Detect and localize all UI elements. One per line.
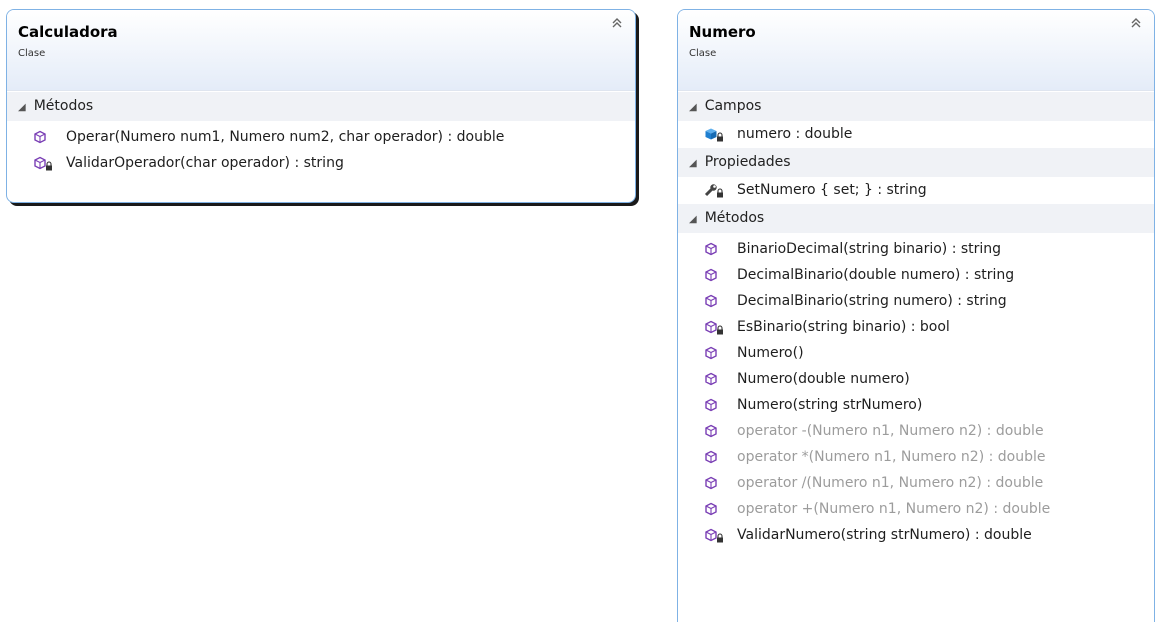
- member-signature: operator *(Numero n1, Numero n2) : doubl…: [737, 449, 1046, 465]
- member-method[interactable]: operator -(Numero n1, Numero n2) : doubl…: [678, 418, 1154, 444]
- method-icon: [704, 345, 726, 361]
- private-method-icon: [33, 155, 55, 171]
- member-signature: Numero(): [737, 345, 804, 361]
- private-method-icon: [704, 319, 726, 335]
- member-method[interactable]: operator /(Numero n1, Numero n2) : doubl…: [678, 470, 1154, 496]
- compartment-toggle-metodos[interactable]: ◢ Métodos: [678, 203, 1154, 233]
- compartment-title: Métodos: [33, 98, 94, 114]
- method-icon: [704, 371, 726, 387]
- double-chevron-up-icon[interactable]: [1128, 17, 1144, 33]
- compartment-title: Campos: [704, 98, 762, 114]
- member-method[interactable]: ValidarNumero(string strNumero) : double: [678, 522, 1154, 548]
- member-signature: Numero(double numero): [737, 371, 910, 387]
- member-signature: Numero(string strNumero): [737, 397, 923, 413]
- member-signature: operator /(Numero n1, Numero n2) : doubl…: [737, 475, 1044, 491]
- method-icon: [704, 241, 726, 257]
- member-signature: operator +(Numero n1, Numero n2) : doubl…: [737, 501, 1051, 517]
- member-method[interactable]: DecimalBinario(double numero) : string: [678, 262, 1154, 288]
- member-signature: SetNumero { set; } : string: [737, 182, 927, 198]
- collapse-triangle-icon: ◢: [689, 102, 697, 113]
- method-icon: [704, 293, 726, 309]
- member-setnumero[interactable]: SetNumero { set; } : string: [678, 177, 1154, 203]
- method-icon: [704, 423, 726, 439]
- method-icon: [704, 449, 726, 465]
- method-icon: [704, 501, 726, 517]
- member-method[interactable]: operator +(Numero n1, Numero n2) : doubl…: [678, 496, 1154, 522]
- member-signature: EsBinario(string binario) : bool: [737, 319, 950, 335]
- method-icon: [33, 129, 55, 145]
- member-signature: DecimalBinario(double numero) : string: [737, 267, 1015, 283]
- member-method[interactable]: EsBinario(string binario) : bool: [678, 314, 1154, 340]
- member-method[interactable]: operator *(Numero n1, Numero n2) : doubl…: [678, 444, 1154, 470]
- compartment-propiedades: ◢ Propiedades SetNumero { set; } : string: [678, 147, 1154, 203]
- compartment-toggle-campos[interactable]: ◢ Campos: [678, 91, 1154, 121]
- member-method[interactable]: Numero(string strNumero): [678, 392, 1154, 418]
- method-icon: [704, 397, 726, 413]
- member-signature: Operar(Numero num1, Numero num2, char op…: [66, 129, 505, 145]
- collapse-triangle-icon: ◢: [18, 102, 26, 113]
- member-method[interactable]: Numero(): [678, 340, 1154, 366]
- member-signature: ValidarNumero(string strNumero) : double: [737, 527, 1032, 543]
- compartment-title: Propiedades: [704, 154, 791, 170]
- member-signature: DecimalBinario(string numero) : string: [737, 293, 1007, 309]
- compartment-metodos: ◢ Métodos Operar(Numero num1, Numero num2…: [7, 91, 635, 176]
- compartment-title: Métodos: [704, 210, 765, 226]
- private-method-icon: [704, 527, 726, 543]
- class-calculadora[interactable]: Calculadora Clase ◢ Métodos Operar(Numero…: [6, 9, 636, 203]
- class-stereotype: Clase: [18, 48, 46, 59]
- member-signature: BinarioDecimal(string binario) : string: [737, 241, 1002, 257]
- private-property-icon: [704, 182, 726, 198]
- compartment-campos: ◢ Campos numero : double: [678, 91, 1154, 147]
- method-icon: [704, 475, 726, 491]
- member-method[interactable]: DecimalBinario(string numero) : string: [678, 288, 1154, 314]
- class-name: Numero: [689, 23, 756, 41]
- class-numero[interactable]: Numero Clase ◢ Campos numero : double ◢ Pr…: [677, 9, 1155, 622]
- member-method[interactable]: BinarioDecimal(string binario) : string: [678, 236, 1154, 262]
- member-operar[interactable]: Operar(Numero num1, Numero num2, char op…: [7, 124, 635, 150]
- private-field-icon: [704, 126, 726, 142]
- class-header: Numero Clase: [678, 10, 1154, 91]
- compartment-toggle-propiedades[interactable]: ◢ Propiedades: [678, 147, 1154, 177]
- member-numero-field[interactable]: numero : double: [678, 121, 1154, 147]
- compartment-toggle-metodos[interactable]: ◢ Métodos: [7, 91, 635, 121]
- member-signature: operator -(Numero n1, Numero n2) : doubl…: [737, 423, 1044, 439]
- collapse-triangle-icon: ◢: [689, 158, 697, 169]
- member-signature: numero : double: [737, 126, 853, 142]
- collapse-triangle-icon: ◢: [689, 214, 697, 225]
- class-stereotype: Clase: [689, 48, 717, 59]
- double-chevron-up-icon[interactable]: [609, 17, 625, 33]
- class-name: Calculadora: [18, 23, 118, 41]
- compartment-metodos: ◢ Métodos BinarioDecimal(string binario) …: [678, 203, 1154, 548]
- class-header: Calculadora Clase: [7, 10, 635, 91]
- member-validaroperador[interactable]: ValidarOperador(char operador) : string: [7, 150, 635, 176]
- method-icon: [704, 267, 726, 283]
- member-signature: ValidarOperador(char operador) : string: [66, 155, 344, 171]
- member-method[interactable]: Numero(double numero): [678, 366, 1154, 392]
